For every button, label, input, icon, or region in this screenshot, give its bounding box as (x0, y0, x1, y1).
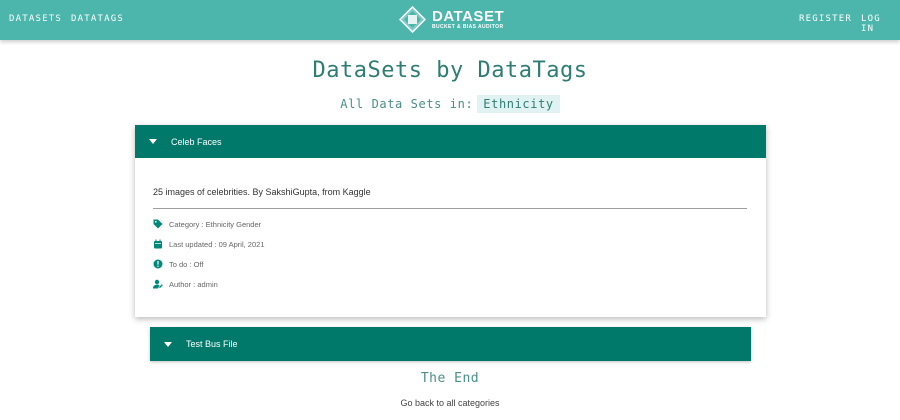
nav-datatags-link[interactable]: DATATAGS (71, 14, 124, 24)
nav-datasets-link[interactable]: DATASETS (9, 14, 62, 24)
tag-icon (153, 219, 163, 229)
page-subtitle: All Data Sets in: Ethnicity (0, 95, 900, 113)
subtitle-prefix: All Data Sets in: (340, 97, 474, 111)
dataset-card-celeb-faces: Celeb Faces 25 images of celebrities. By… (135, 125, 766, 317)
back-to-categories-link[interactable]: Go back to all categories (0, 398, 900, 408)
meta-todo-text: To do : Off (169, 259, 204, 269)
nav-login-link[interactable]: LOG IN (861, 14, 900, 34)
meta-author: Author : admin (153, 279, 218, 289)
user-edit-icon (153, 279, 163, 289)
dataset-card-header[interactable]: Celeb Faces (135, 125, 766, 158)
logo-badge-icon (399, 6, 426, 33)
dataset-name: Test Bus File (186, 339, 238, 349)
tag-chip: Ethnicity (477, 95, 560, 113)
dataset-name: Celeb Faces (171, 136, 222, 147)
calendar-icon (153, 239, 163, 249)
nav-register-link[interactable]: REGISTER (799, 14, 852, 24)
caret-down-icon (164, 341, 172, 347)
dataset-description: 25 images of celebrities. By SakshiGupta… (153, 187, 371, 197)
meta-last-updated: Last updated : 09 April, 2021 (153, 239, 265, 249)
caret-down-icon (149, 139, 157, 144)
end-heading: The End (420, 371, 480, 386)
meta-category: Category : Ethnicity Gender (153, 219, 261, 229)
top-navbar: DATASETS DATATAGS DATASET BUCKET & BIAS … (0, 0, 900, 40)
meta-todo: To do : Off (153, 259, 203, 269)
logo-subtitle: BUCKET & BIAS AUDITOR (432, 23, 504, 30)
dataset-card-body: 25 images of celebrities. By SakshiGupta… (135, 158, 766, 317)
info-icon (153, 259, 163, 269)
divider (153, 208, 747, 209)
brand-logo[interactable]: DATASET BUCKET & BIAS AUDITOR (399, 4, 504, 35)
meta-last-updated-text: Last updated : 09 April, 2021 (169, 239, 265, 249)
logo-title: DATASET (432, 7, 505, 25)
meta-author-text: Author : admin (169, 279, 218, 289)
page-title: DataSets by DataTags (312, 58, 588, 83)
meta-category-text: Category : Ethnicity Gender (169, 219, 262, 229)
dataset-card-test-bus-file[interactable]: Test Bus File (150, 327, 751, 361)
